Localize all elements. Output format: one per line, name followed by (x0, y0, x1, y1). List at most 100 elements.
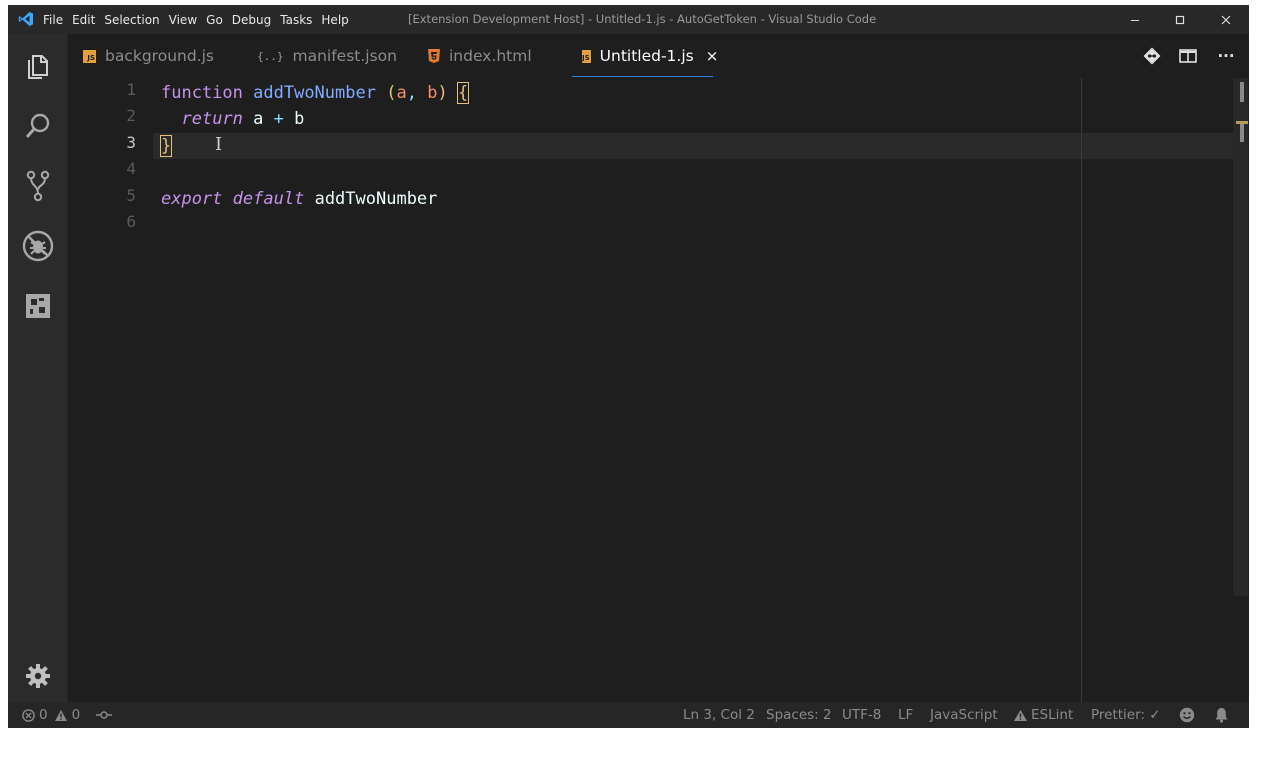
paren-close: ) (437, 83, 448, 103)
brace-open-matched: { (456, 82, 470, 104)
menu-view[interactable]: View (169, 13, 197, 27)
keyword-return: return (181, 109, 243, 129)
brace-close-matched: } (159, 135, 173, 157)
code-line-1: function addTwoNumber (a, b) { (161, 82, 470, 104)
explorer-icon (27, 55, 48, 79)
editor-tabs: JS background.js {..} manifest.json inde… (68, 34, 1249, 78)
maximize-icon (1175, 15, 1184, 24)
editor-scrollbar[interactable] (1233, 78, 1248, 596)
vscode-logo-icon (18, 12, 33, 26)
menu-file[interactable]: File (43, 13, 63, 27)
code-line-5: export default addTwoNumber (161, 189, 437, 209)
line-number-current: 3 (126, 133, 136, 152)
warning-icon (54, 709, 67, 721)
html5-file-icon (428, 49, 440, 63)
text-cursor-ibeam-icon: I (215, 134, 223, 155)
code-editor[interactable]: 1 2 3 4 5 6 function addTwoNumber (a, b)… (68, 78, 1249, 702)
menu-tasks[interactable]: Tasks (280, 13, 312, 27)
warning-count: 0 (71, 707, 81, 723)
gear-icon (25, 664, 50, 688)
indentation[interactable]: Spaces: 2 (766, 702, 832, 728)
activity-debug[interactable] (8, 221, 67, 271)
close-window-button[interactable] (1203, 5, 1248, 34)
menu-bar: File Edit Selection View Go Debug Tasks … (43, 5, 358, 34)
comma: , (406, 83, 417, 103)
minimize-button[interactable] (1112, 5, 1157, 34)
current-line-highlight (153, 133, 1239, 159)
activity-source-control[interactable] (8, 161, 67, 211)
source-control-icon (26, 170, 49, 202)
git-sync-button[interactable] (96, 702, 112, 728)
line-number: 1 (126, 80, 136, 99)
tab-close-button[interactable]: × (706, 47, 719, 65)
code-line-3: } (159, 135, 173, 157)
activity-search[interactable] (8, 101, 67, 151)
identifier-a: a (253, 109, 264, 129)
git-diff-icon (1143, 47, 1161, 65)
tab-label: background.js (105, 47, 214, 65)
notifications-button[interactable] (1214, 702, 1229, 728)
window-title: [Extension Development Host] - Untitled-… (408, 12, 877, 26)
extensions-icon (25, 294, 50, 318)
overview-ruler-cursor (1240, 124, 1244, 142)
activity-extensions[interactable] (8, 281, 67, 331)
encoding[interactable]: UTF-8 (842, 702, 881, 728)
tab-index-html[interactable]: index.html (428, 34, 532, 78)
line-number: 4 (126, 159, 136, 178)
json-file-icon: {..} (257, 49, 284, 63)
eslint-label: ESLint (1031, 707, 1074, 723)
code-line-2: return a + b (161, 109, 304, 129)
tab-manifest-json[interactable]: {..} manifest.json (257, 34, 397, 78)
menu-selection[interactable]: Selection (104, 13, 159, 27)
keyword-function: function (161, 83, 243, 103)
vscode-window: File Edit Selection View Go Debug Tasks … (8, 5, 1249, 728)
maximize-button[interactable] (1157, 5, 1202, 34)
menu-go[interactable]: Go (206, 13, 223, 27)
editor-ruler (1081, 78, 1082, 702)
search-icon (25, 113, 49, 138)
param-a: a (396, 83, 407, 103)
menu-edit[interactable]: Edit (72, 13, 95, 27)
line-number: 6 (126, 212, 136, 231)
menu-help[interactable]: Help (321, 13, 348, 27)
cursor-position[interactable]: Ln 3, Col 2 (683, 702, 755, 728)
identifier-addtwonumber: addTwoNumber (314, 189, 438, 209)
error-count: 0 (39, 707, 48, 723)
line-number: 5 (126, 186, 136, 205)
activity-manage[interactable] (8, 651, 67, 701)
prettier-status[interactable]: Prettier: ✓ (1091, 702, 1161, 728)
identifier-b: b (294, 109, 305, 129)
end-of-line[interactable]: LF (898, 702, 913, 728)
bell-icon (1215, 708, 1228, 723)
tab-label: manifest.json (292, 47, 398, 65)
title-bar: File Edit Selection View Go Debug Tasks … (8, 5, 1249, 34)
activity-bar (8, 34, 68, 702)
open-changes-button[interactable] (1140, 44, 1164, 68)
eslint-status[interactable]: ESLint (1013, 702, 1073, 728)
split-editor-button[interactable] (1176, 44, 1200, 68)
js-file-icon: JS (83, 49, 96, 63)
menu-debug[interactable]: Debug (232, 13, 271, 27)
feedback-button[interactable] (1179, 702, 1195, 728)
operator-plus: + (273, 109, 284, 129)
scrollbar-thumb[interactable] (1240, 82, 1244, 102)
tab-untitled-1-js[interactable]: JS Untitled-1.js × (572, 34, 718, 78)
more-actions-button[interactable]: ··· (1214, 44, 1238, 68)
keyword-export: export (161, 189, 223, 209)
close-icon (1221, 15, 1230, 24)
language-mode[interactable]: JavaScript (930, 702, 998, 728)
param-b: b (427, 83, 438, 103)
smiley-icon (1179, 707, 1195, 723)
keyword-default: default (232, 189, 305, 209)
function-name: addTwoNumber (253, 83, 376, 103)
minimize-icon (1130, 19, 1139, 21)
tab-background-js[interactable]: JS background.js (83, 34, 214, 78)
tab-label: index.html (449, 47, 532, 65)
problems-indicator[interactable]: 0 0 (22, 702, 80, 728)
warning-icon (1014, 709, 1027, 721)
js-file-icon: JS (582, 49, 591, 63)
activity-explorer[interactable] (8, 41, 67, 91)
debug-icon (22, 230, 53, 262)
error-icon (22, 708, 35, 722)
git-commit-icon (96, 711, 112, 719)
